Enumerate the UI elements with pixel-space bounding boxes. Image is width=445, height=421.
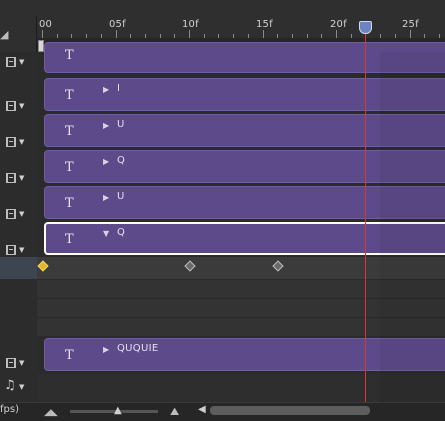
track-control-2[interactable]: ▼ <box>0 88 37 124</box>
fps-label: fps) <box>0 404 19 415</box>
film-strip-icon <box>6 173 16 183</box>
track-control-3[interactable]: ▼ <box>0 124 37 160</box>
zoom-out-icon[interactable]: ◢◣ <box>44 408 58 418</box>
ruler-label-0: 00 <box>39 19 53 30</box>
dropdown-caret-icon[interactable]: ▼ <box>19 359 24 367</box>
playhead-handle[interactable] <box>359 21 372 34</box>
expand-triangle-icon[interactable]: ▶ <box>103 121 109 130</box>
clip-label: U <box>117 191 125 202</box>
track-control-5[interactable]: ▼ <box>0 196 37 232</box>
dropdown-caret-icon[interactable]: ▼ <box>19 174 24 182</box>
track-controls-column: ▼ ▼ ▼ ▼ ▼ ▼ ▼ <box>0 52 37 402</box>
film-strip-icon <box>6 358 16 368</box>
text-layer-icon: T <box>65 196 74 211</box>
ruler-tick <box>115 30 117 38</box>
expand-triangle-icon[interactable]: ▶ <box>103 345 109 354</box>
ruler-label-20f: 20f <box>330 19 347 30</box>
collapse-triangle-icon[interactable]: ▼ <box>103 229 109 238</box>
clip-label: I <box>117 83 121 94</box>
dropdown-caret-icon[interactable]: ▼ <box>19 210 24 218</box>
ruler-label-5f: 05f <box>109 19 126 30</box>
dropdown-caret-icon[interactable]: ▼ <box>19 58 24 66</box>
header-left-strip: ◢ <box>0 16 36 52</box>
ruler-label-15f: 15f <box>256 19 273 30</box>
ruler-label-10f: 10f <box>182 19 199 30</box>
zoom-in-icon[interactable]: ⛰ <box>170 405 179 419</box>
clip-label: U <box>117 119 125 130</box>
clip-label: QUQUIE <box>117 343 159 354</box>
text-layer-icon: T <box>65 88 74 103</box>
expand-triangle-icon[interactable]: ▶ <box>103 85 109 94</box>
expand-triangle-icon[interactable]: ▶ <box>103 157 109 166</box>
scroll-left-arrow-icon[interactable]: ◀ <box>198 404 206 415</box>
dropdown-caret-icon[interactable]: ▼ <box>19 102 24 110</box>
horizontal-scrollbar-thumb[interactable] <box>210 406 370 415</box>
text-layer-icon: T <box>65 124 74 139</box>
zoom-slider-thumb[interactable]: ▲ <box>114 405 122 416</box>
track-control-1[interactable]: ▼ <box>0 52 37 88</box>
ruler-tick <box>409 30 411 38</box>
ruler-tick <box>42 30 43 38</box>
ruler-tick <box>189 30 190 38</box>
music-note-icon: ♫ <box>4 378 16 393</box>
film-strip-icon <box>6 245 16 255</box>
dropdown-caret-icon[interactable]: ▼ <box>19 138 24 146</box>
track-control-7[interactable]: ▼ <box>0 345 37 381</box>
playhead-line[interactable] <box>365 24 366 402</box>
dropdown-caret-icon[interactable]: ▼ <box>19 246 24 254</box>
ruler-tick <box>336 30 337 38</box>
keyframe-row-header <box>0 257 37 279</box>
clip-label: Q <box>117 227 126 238</box>
pencil-icon[interactable]: ◢ <box>0 28 8 41</box>
text-layer-icon: T <box>65 232 74 247</box>
clip-label: Q <box>117 155 126 166</box>
ruler-tick <box>262 30 264 38</box>
track-control-4[interactable]: ▼ <box>0 160 37 196</box>
text-layer-icon: T <box>65 48 74 63</box>
film-strip-icon <box>6 137 16 147</box>
out-of-range-shade <box>380 52 445 402</box>
film-strip-icon <box>6 209 16 219</box>
audio-dropdown-caret-icon[interactable]: ▼ <box>19 383 24 391</box>
text-layer-icon: T <box>65 348 74 363</box>
film-strip-icon <box>6 57 16 67</box>
ruler-label-25f: 25f <box>402 19 419 30</box>
text-layer-icon: T <box>65 160 74 175</box>
film-strip-icon <box>6 101 16 111</box>
expand-triangle-icon[interactable]: ▶ <box>103 193 109 202</box>
